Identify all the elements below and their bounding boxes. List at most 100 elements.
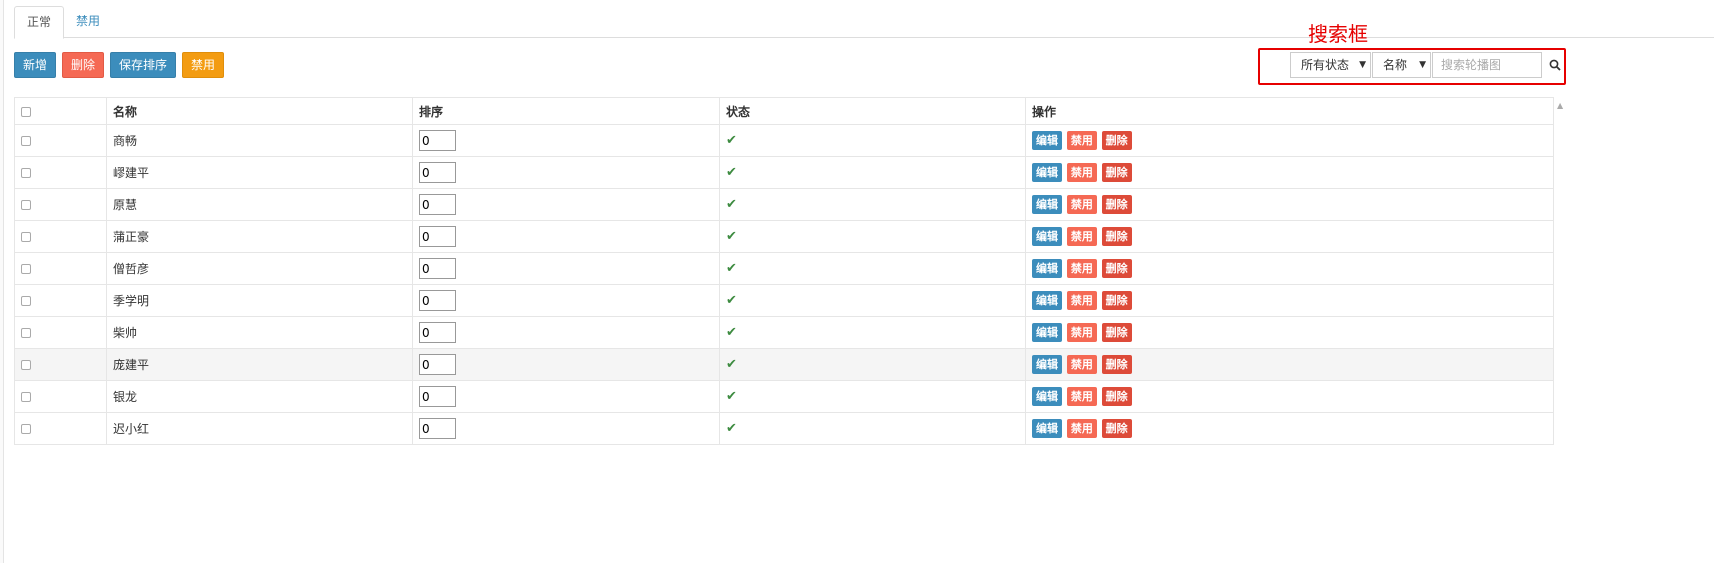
row-name: 僧哲彦: [106, 252, 413, 285]
search-button[interactable]: [1542, 52, 1568, 78]
add-button[interactable]: 新增: [14, 52, 57, 78]
row-disable-button[interactable]: 禁用: [1066, 355, 1097, 374]
scroll-up-arrow-icon[interactable]: ▲: [1557, 101, 1563, 110]
row-sort-cell: [412, 124, 720, 157]
check-icon: ✔: [726, 261, 737, 276]
row-checkbox[interactable]: [21, 168, 31, 178]
row-delete-button[interactable]: 删除: [1101, 419, 1132, 438]
row-delete-button[interactable]: 删除: [1101, 387, 1132, 406]
row-delete-button[interactable]: 删除: [1101, 131, 1132, 150]
row-checkbox[interactable]: [21, 360, 31, 370]
row-checkbox[interactable]: [21, 136, 31, 146]
row-sort-cell: [412, 188, 720, 221]
sort-order-input[interactable]: [419, 258, 456, 279]
row-status-cell: ✔: [719, 412, 1026, 445]
row-select-cell: [14, 412, 107, 445]
row-delete-button[interactable]: 删除: [1101, 227, 1132, 246]
sort-order-input[interactable]: [419, 290, 456, 311]
row-edit-button[interactable]: 编辑: [1032, 163, 1062, 182]
header-name: 名称: [106, 97, 413, 125]
header-select-all: [14, 97, 107, 125]
row-edit-button[interactable]: 编辑: [1032, 355, 1062, 374]
row-status-cell: ✔: [719, 380, 1026, 413]
row-delete-button[interactable]: 删除: [1101, 195, 1132, 214]
row-sort-cell: [412, 156, 720, 189]
check-icon: ✔: [726, 165, 737, 180]
status-select[interactable]: 所有状态 ▼: [1290, 52, 1371, 78]
row-sort-cell: [412, 348, 720, 381]
row-disable-button[interactable]: 禁用: [1066, 323, 1097, 342]
sort-order-input[interactable]: [419, 354, 456, 375]
row-edit-button[interactable]: 编辑: [1032, 131, 1062, 150]
table-row: 庞建平 ✔ 编辑 禁用 删除: [14, 348, 1554, 381]
row-checkbox[interactable]: [21, 392, 31, 402]
sort-order-input[interactable]: [419, 194, 456, 215]
toolbar: 新增 删除 保存排序 禁用: [14, 52, 225, 78]
row-name: 柴帅: [106, 316, 413, 349]
row-select-cell: [14, 188, 107, 221]
sort-order-input[interactable]: [419, 226, 456, 247]
row-name: 嵺建平: [106, 156, 413, 189]
sort-order-input[interactable]: [419, 130, 456, 151]
check-icon: ✔: [726, 293, 737, 308]
table-row: 柴帅 ✔ 编辑 禁用 删除: [14, 316, 1554, 349]
row-disable-button[interactable]: 禁用: [1066, 291, 1097, 310]
row-edit-button[interactable]: 编辑: [1032, 227, 1062, 246]
header-status: 状态: [719, 97, 1026, 125]
data-table-wrapper: 名称 排序 状态 操作 商畅✔编辑 禁用 删除嵺建平✔编辑 禁用 删除原慧✔编辑…: [14, 97, 1554, 445]
tab-normal[interactable]: 正常: [14, 6, 65, 39]
table-row: 商畅 ✔ 编辑 禁用 删除: [14, 124, 1554, 157]
check-icon: ✔: [726, 197, 737, 212]
row-checkbox[interactable]: [21, 232, 31, 242]
row-name: 庞建平: [106, 348, 413, 381]
check-icon: ✔: [726, 357, 737, 372]
row-checkbox[interactable]: [21, 264, 31, 274]
row-checkbox[interactable]: [21, 296, 31, 306]
vertical-scrollbar[interactable]: ▲: [1556, 97, 1566, 563]
table-row: 嵺建平 ✔ 编辑 禁用 删除: [14, 156, 1554, 189]
search-bar: 所有状态 ▼ 名称 ▼: [1290, 52, 1568, 78]
row-delete-button[interactable]: 删除: [1101, 355, 1132, 374]
row-status-cell: ✔: [719, 316, 1026, 349]
field-select-value: 名称: [1383, 58, 1408, 72]
sort-order-input[interactable]: [419, 162, 456, 183]
row-delete-button[interactable]: 删除: [1101, 163, 1132, 182]
sort-order-input[interactable]: [419, 418, 456, 439]
select-all-checkbox[interactable]: [21, 106, 31, 117]
sort-order-input[interactable]: [419, 386, 456, 407]
row-disable-button[interactable]: 禁用: [1066, 259, 1097, 278]
row-checkbox[interactable]: [21, 200, 31, 210]
search-input[interactable]: [1432, 52, 1542, 78]
row-edit-button[interactable]: 编辑: [1032, 291, 1062, 310]
row-disable-button[interactable]: 禁用: [1066, 163, 1097, 182]
row-delete-button[interactable]: 删除: [1101, 259, 1132, 278]
row-edit-button[interactable]: 编辑: [1032, 419, 1062, 438]
row-edit-button[interactable]: 编辑: [1032, 387, 1062, 406]
row-edit-button[interactable]: 编辑: [1032, 259, 1062, 278]
row-sort-cell: [412, 252, 720, 285]
tab-disabled[interactable]: 禁用: [64, 6, 112, 38]
row-delete-button[interactable]: 删除: [1101, 323, 1132, 342]
row-ops-cell: 编辑 禁用 删除: [1025, 284, 1554, 317]
row-edit-button[interactable]: 编辑: [1032, 195, 1062, 214]
row-checkbox[interactable]: [21, 328, 31, 338]
row-select-cell: [14, 348, 107, 381]
row-delete-button[interactable]: 删除: [1101, 291, 1132, 310]
field-select[interactable]: 名称 ▼: [1372, 52, 1431, 78]
status-select-value: 所有状态: [1301, 58, 1350, 72]
save-sort-button[interactable]: 保存排序: [110, 52, 177, 78]
row-disable-button[interactable]: 禁用: [1066, 419, 1097, 438]
dropdown-caret-icon: ▼: [1359, 60, 1366, 70]
row-disable-button[interactable]: 禁用: [1066, 387, 1097, 406]
row-disable-button[interactable]: 禁用: [1066, 227, 1097, 246]
row-select-cell: [14, 220, 107, 253]
row-select-cell: [14, 252, 107, 285]
sort-order-input[interactable]: [419, 322, 456, 343]
row-disable-button[interactable]: 禁用: [1066, 195, 1097, 214]
row-edit-button[interactable]: 编辑: [1032, 323, 1062, 342]
row-disable-button[interactable]: 禁用: [1066, 131, 1097, 150]
disable-button[interactable]: 禁用: [182, 52, 225, 78]
delete-button[interactable]: 删除: [62, 52, 105, 78]
page-left-edge: [0, 0, 4, 563]
row-checkbox[interactable]: [21, 424, 31, 434]
